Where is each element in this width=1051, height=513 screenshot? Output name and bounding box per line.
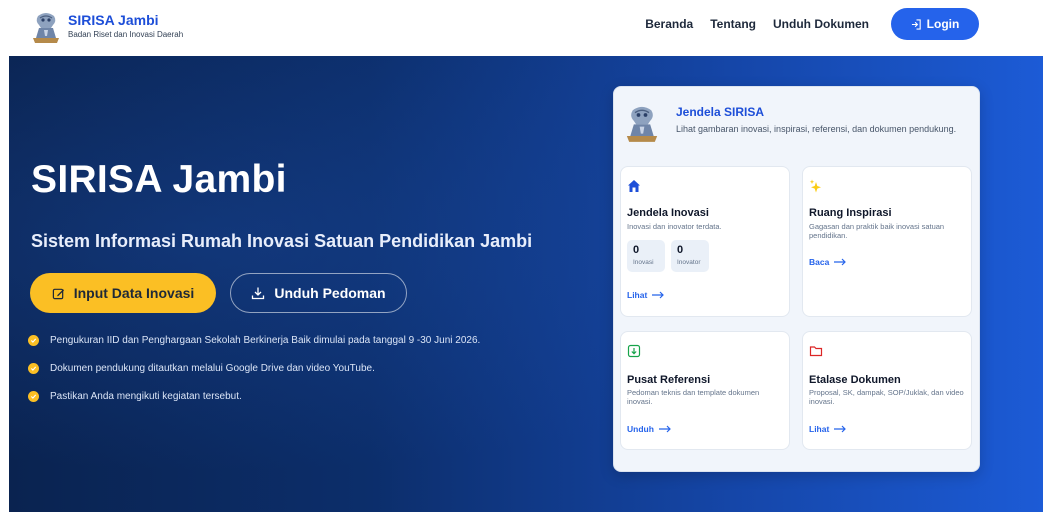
check-circle-icon bbox=[28, 335, 39, 346]
info-text: Dokumen pendukung ditautkan melalui Goog… bbox=[50, 363, 375, 374]
arrow-right-icon bbox=[834, 258, 847, 266]
sparkles-icon bbox=[809, 179, 821, 193]
card-title: Etalase Dokumen bbox=[809, 374, 901, 386]
panel-header: Jendela SIRISA Lihat gambaran inovasi, i… bbox=[624, 101, 956, 143]
brand-subtitle: Badan Riset dan Inovasi Daerah bbox=[68, 30, 184, 39]
lihat-dokumen-link[interactable]: Lihat bbox=[809, 424, 847, 434]
link-label: Lihat bbox=[809, 424, 830, 434]
logo-icon bbox=[33, 13, 59, 43]
list-item: Pastikan Anda mengikuti kegiatan tersebu… bbox=[28, 390, 480, 403]
home-icon bbox=[628, 180, 640, 192]
check-circle-icon bbox=[28, 363, 39, 374]
download-document-icon bbox=[627, 344, 641, 358]
card-description: Inovasi dan inovator terdata. bbox=[627, 222, 722, 231]
arrow-right-icon bbox=[652, 291, 665, 299]
card-description: Gagasan dan praktik baik inovasi satuan … bbox=[809, 222, 945, 240]
link-label: Lihat bbox=[627, 290, 648, 300]
folder-icon bbox=[809, 346, 823, 357]
arrow-right-icon bbox=[834, 425, 847, 433]
nav-link-unduh-dokumen[interactable]: Unduh Dokumen bbox=[773, 17, 869, 31]
hero-subtitle: Sistem Informasi Rumah Inovasi Satuan Pe… bbox=[31, 231, 533, 251]
info-text: Pengukuran IID dan Penghargaan Sekolah B… bbox=[50, 335, 481, 346]
check-circle-icon bbox=[28, 391, 39, 402]
card-title: Pusat Referensi bbox=[627, 374, 711, 386]
download-icon bbox=[252, 287, 265, 300]
stat-inovator: 0 Inovator bbox=[671, 240, 709, 272]
input-data-inovasi-label: Input Data Inovasi bbox=[73, 285, 195, 301]
brand-title: SIRISA Jambi bbox=[68, 12, 159, 28]
hero-section: SIRISA Jambi Sistem Informasi Rumah Inov… bbox=[9, 56, 1043, 512]
card-description: Proposal, SK, dampak, SOP/Juklak, dan vi… bbox=[809, 388, 964, 406]
stat-value: 0 bbox=[677, 244, 684, 256]
stat-label: Inovator bbox=[677, 259, 701, 266]
list-item: Dokumen pendukung ditautkan melalui Goog… bbox=[28, 362, 480, 375]
info-text: Pastikan Anda mengikuti kegiatan tersebu… bbox=[50, 391, 242, 402]
stat-inovasi: 0 Inovasi bbox=[627, 240, 665, 272]
logo-icon bbox=[626, 106, 658, 142]
card-pusat-referensi[interactable]: Pusat Referensi Pedoman teknis dan templ… bbox=[620, 331, 790, 450]
card-ruang-inspirasi[interactable]: Ruang Inspirasi Gagasan dan praktik baik… bbox=[802, 166, 972, 317]
brand[interactable]: SIRISA Jambi Badan Riset dan Inovasi Dae… bbox=[31, 8, 183, 44]
card-description: Pedoman teknis dan template dokumen inov… bbox=[627, 388, 760, 406]
link-label: Baca bbox=[809, 257, 830, 267]
panel-title: Jendela SIRISA bbox=[676, 105, 765, 119]
unduh-pedoman-label: Unduh Pedoman bbox=[274, 285, 386, 301]
list-item: Pengukuran IID dan Penghargaan Sekolah B… bbox=[28, 334, 480, 347]
nav-link-tentang[interactable]: Tentang bbox=[710, 17, 756, 31]
unduh-referensi-link[interactable]: Unduh bbox=[627, 424, 672, 434]
login-button[interactable]: Login bbox=[891, 8, 979, 40]
lihat-inovasi-link[interactable]: Lihat bbox=[627, 290, 665, 300]
unduh-pedoman-button[interactable]: Unduh Pedoman bbox=[230, 273, 407, 313]
jendela-sirisa-panel: Jendela SIRISA Lihat gambaran inovasi, i… bbox=[613, 86, 980, 472]
stat-label: Inovasi bbox=[633, 259, 654, 266]
login-label: Login bbox=[926, 17, 960, 31]
card-etalase-dokumen[interactable]: Etalase Dokumen Proposal, SK, dampak, SO… bbox=[802, 331, 972, 450]
baca-inspirasi-link[interactable]: Baca bbox=[809, 257, 847, 267]
link-label: Unduh bbox=[627, 424, 654, 434]
login-icon bbox=[911, 18, 921, 30]
info-list: Pengukuran IID dan Penghargaan Sekolah B… bbox=[28, 334, 480, 418]
card-jendela-inovasi[interactable]: Jendela Inovasi Inovasi dan inovator ter… bbox=[620, 166, 790, 317]
stat-value: 0 bbox=[633, 244, 640, 256]
main-nav: Beranda Tentang Unduh Dokumen Login bbox=[645, 8, 979, 40]
edit-icon bbox=[52, 288, 64, 299]
nav-link-beranda[interactable]: Beranda bbox=[645, 17, 693, 31]
card-title: Jendela Inovasi bbox=[627, 207, 709, 219]
arrow-right-icon bbox=[658, 425, 671, 433]
card-title: Ruang Inspirasi bbox=[809, 207, 892, 219]
panel-description: Lihat gambaran inovasi, inspirasi, refer… bbox=[676, 124, 957, 134]
site-header: SIRISA Jambi Badan Riset dan Inovasi Dae… bbox=[0, 0, 1051, 52]
input-data-inovasi-button[interactable]: Input Data Inovasi bbox=[30, 273, 216, 313]
hero-title: SIRISA Jambi bbox=[31, 158, 287, 201]
stats-group: 0 Inovasi 0 Inovator bbox=[627, 240, 715, 272]
